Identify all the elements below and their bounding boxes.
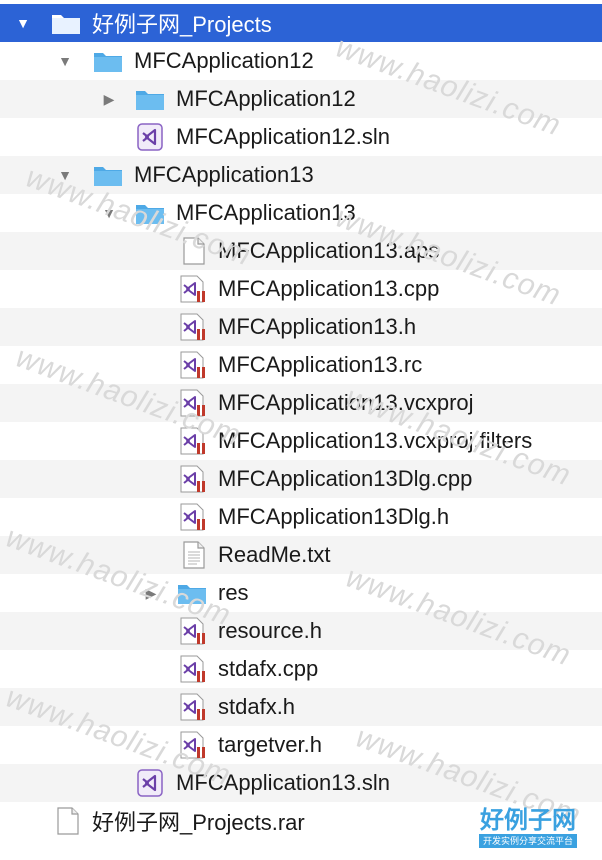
tree-row-label: 好例子网_Projects.rar — [92, 810, 305, 835]
vs-source-icon — [178, 503, 210, 531]
vs-source-icon — [178, 389, 210, 417]
tree-row[interactable]: MFCApplication12.sln — [0, 118, 602, 156]
tree-row[interactable]: MFCApplication13.cpp — [0, 270, 602, 308]
tree-row-label: stdafx.h — [218, 694, 296, 719]
tree-row[interactable]: ▼ MFCApplication13 — [0, 156, 602, 194]
tree-row-label: MFCApplication13 — [134, 162, 314, 187]
disclosure-collapsed-icon[interactable]: ▶ — [100, 90, 118, 108]
tree-row[interactable]: MFCApplication13.vcxproj — [0, 384, 602, 422]
disclosure-expanded-icon[interactable]: ▼ — [100, 204, 118, 222]
tree-row[interactable]: stdafx.h — [0, 688, 602, 726]
tree-row-label: MFCApplication13.rc — [218, 352, 423, 377]
tree-row-label: MFCApplication13.cpp — [218, 276, 440, 301]
tree-row-label: MFCApplication13.h — [218, 314, 417, 339]
vs-source-icon — [178, 313, 210, 341]
tree-row-label: MFCApplication13.vcxproj.filters — [218, 428, 533, 453]
folder-icon — [134, 199, 166, 227]
tree-row-label: targetver.h — [218, 732, 322, 757]
folder-icon — [50, 9, 82, 37]
tree-row-label: MFCApplication13 — [176, 200, 356, 225]
tree-row-label: MFCApplication13.sln — [176, 770, 390, 795]
blank-document-icon — [178, 237, 210, 265]
tree-row[interactable]: ▶ res — [0, 574, 602, 612]
tree-row[interactable]: targetver.h — [0, 726, 602, 764]
folder-icon — [134, 85, 166, 113]
vs-source-icon — [178, 275, 210, 303]
disclosure-collapsed-icon[interactable]: ▶ — [142, 584, 160, 602]
tree-row[interactable]: ▼ MFCApplication13 — [0, 194, 602, 232]
vs-source-icon — [178, 693, 210, 721]
tree-row[interactable]: ReadMe.txt — [0, 536, 602, 574]
tree-row[interactable]: ▼ MFCApplication12 — [0, 42, 602, 80]
tree-row[interactable]: MFCApplication13.h — [0, 308, 602, 346]
folder-icon — [92, 47, 124, 75]
tree-row-label: 好例子网_Projects — [92, 12, 272, 37]
logo-tagline: 开发实例分享交流平台 — [478, 834, 577, 848]
tree-row[interactable]: MFCApplication13.aps — [0, 232, 602, 270]
vs-solution-icon — [134, 769, 166, 797]
site-logo: 好例子网 开发实例分享交流平台 — [476, 806, 580, 852]
tree-row-label: resource.h — [218, 618, 322, 643]
tree-row-label: res — [218, 580, 249, 605]
vs-source-icon — [178, 731, 210, 759]
vs-source-icon — [178, 465, 210, 493]
tree-row-label: stdafx.cpp — [218, 656, 319, 681]
tree-row-label: MFCApplication13.vcxproj — [218, 390, 474, 415]
tree-row[interactable]: MFCApplication13.sln — [0, 764, 602, 802]
vs-source-icon — [178, 655, 210, 683]
disclosure-expanded-icon[interactable]: ▼ — [14, 14, 32, 32]
vs-source-icon — [178, 617, 210, 645]
file-tree: ▼ 好例子网_Projects ▼ MFCApplication12 ▶ MFC… — [0, 4, 602, 840]
vs-source-icon — [178, 427, 210, 455]
folder-icon — [92, 161, 124, 189]
tree-row[interactable]: MFCApplication13.rc — [0, 346, 602, 384]
vs-source-icon — [178, 351, 210, 379]
tree-row[interactable]: ▼ 好例子网_Projects — [0, 4, 602, 42]
tree-row-label: ReadMe.txt — [218, 542, 331, 567]
tree-row[interactable]: resource.h — [0, 612, 602, 650]
tree-row-label: MFCApplication12 — [176, 86, 356, 111]
disclosure-expanded-icon[interactable]: ▼ — [56, 166, 74, 184]
logo-text: 好例子网 — [480, 805, 576, 834]
vs-solution-icon — [134, 123, 166, 151]
folder-icon — [176, 579, 208, 607]
tree-row-label: MFCApplication13Dlg.h — [218, 504, 450, 529]
disclosure-expanded-icon[interactable]: ▼ — [56, 52, 74, 70]
tree-row-label: MFCApplication12 — [134, 48, 314, 73]
tree-row[interactable]: MFCApplication13.vcxproj.filters — [0, 422, 602, 460]
tree-row[interactable]: stdafx.cpp — [0, 650, 602, 688]
tree-row[interactable]: MFCApplication13Dlg.h — [0, 498, 602, 536]
tree-row-label: MFCApplication12.sln — [176, 124, 390, 149]
tree-row-label: MFCApplication13Dlg.cpp — [218, 466, 473, 491]
tree-row[interactable]: ▶ MFCApplication12 — [0, 80, 602, 118]
tree-row-label: MFCApplication13.aps — [218, 238, 440, 263]
blank-document-icon — [52, 807, 84, 835]
text-document-icon — [178, 541, 210, 569]
tree-row[interactable]: MFCApplication13Dlg.cpp — [0, 460, 602, 498]
